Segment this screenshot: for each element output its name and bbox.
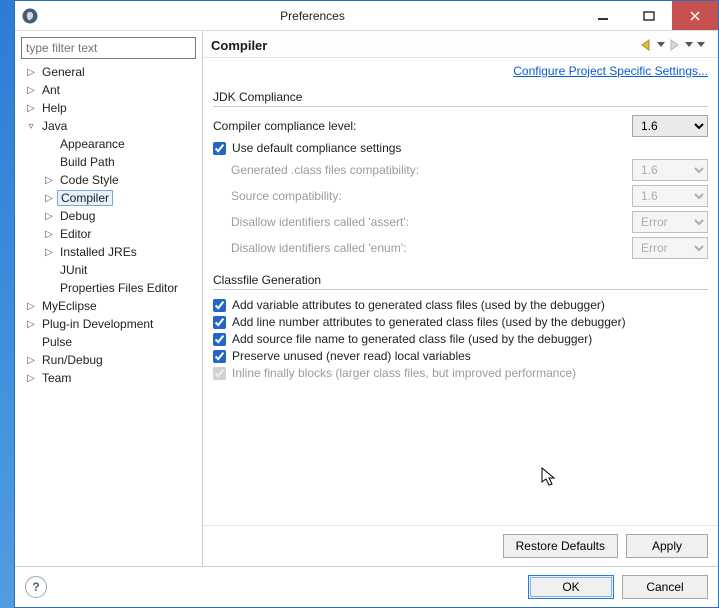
- tree-item-code-style[interactable]: ▷Code Style: [23, 171, 196, 189]
- window-buttons: [580, 1, 718, 30]
- jdk-row: Source compatibility:1.6: [213, 185, 708, 207]
- jdk-row: Disallow identifiers called 'assert':Err…: [213, 211, 708, 233]
- page-header: Compiler: [203, 31, 718, 58]
- tree-item-pulse[interactable]: Pulse: [23, 333, 196, 351]
- forward-icon[interactable]: [666, 37, 684, 53]
- tree-item-ant[interactable]: ▷Ant: [23, 81, 196, 99]
- page-button-row: Restore Defaults Apply: [203, 525, 718, 566]
- cancel-button[interactable]: Cancel: [622, 575, 708, 599]
- apply-button[interactable]: Apply: [626, 534, 708, 558]
- minimize-button[interactable]: [580, 1, 626, 30]
- preferences-window: Preferences ▷General▷Ant▷Help▿JavaAppear…: [14, 0, 719, 608]
- sidebar: ▷General▷Ant▷Help▿JavaAppearanceBuild Pa…: [15, 31, 203, 566]
- back-icon[interactable]: [638, 37, 656, 53]
- tree-item-help[interactable]: ▷Help: [23, 99, 196, 117]
- filter-input[interactable]: [21, 37, 196, 59]
- window-title: Preferences: [45, 9, 580, 23]
- view-menu-icon[interactable]: [694, 37, 708, 53]
- classfile-checkbox-1[interactable]: Add line number attributes to generated …: [213, 315, 708, 329]
- ok-button[interactable]: OK: [528, 575, 614, 599]
- classfile-checkbox-2[interactable]: Add source file name to generated class …: [213, 332, 708, 346]
- project-settings-link[interactable]: Configure Project Specific Settings...: [513, 64, 708, 78]
- jdk-select-1[interactable]: 1.6: [632, 185, 708, 207]
- tree-item-appearance[interactable]: Appearance: [23, 135, 196, 153]
- main-panel: Compiler Configure Project Specific Sett…: [203, 31, 718, 566]
- tree-item-general[interactable]: ▷General: [23, 63, 196, 81]
- tree-item-debug[interactable]: ▷Debug: [23, 207, 196, 225]
- tree-item-myeclipse[interactable]: ▷MyEclipse: [23, 297, 196, 315]
- tree-item-team[interactable]: ▷Team: [23, 369, 196, 387]
- classfile-heading: Classfile Generation: [213, 273, 708, 287]
- compliance-level-select[interactable]: 1.6: [632, 115, 708, 137]
- classfile-checkbox-4: Inline finally blocks (larger class file…: [213, 366, 708, 380]
- tree-item-java[interactable]: ▿Java: [23, 117, 196, 135]
- tree-item-plug-in-development[interactable]: ▷Plug-in Development: [23, 315, 196, 333]
- use-default-checkbox[interactable]: Use default compliance settings: [213, 141, 708, 155]
- jdk-select-0[interactable]: 1.6: [632, 159, 708, 181]
- tree-item-run-debug[interactable]: ▷Run/Debug: [23, 351, 196, 369]
- page-content: JDK Compliance Compiler compliance level…: [203, 82, 718, 525]
- titlebar: Preferences: [15, 1, 718, 31]
- tree-item-installed-jres[interactable]: ▷Installed JREs: [23, 243, 196, 261]
- close-button[interactable]: [672, 1, 718, 30]
- tree-item-properties-files-editor[interactable]: Properties Files Editor: [23, 279, 196, 297]
- classfile-checkbox-3[interactable]: Preserve unused (never read) local varia…: [213, 349, 708, 363]
- help-button[interactable]: ?: [25, 576, 47, 598]
- jdk-select-2[interactable]: Error: [632, 211, 708, 233]
- page-title: Compiler: [211, 38, 638, 53]
- jdk-row: Disallow identifiers called 'enum':Error: [213, 237, 708, 259]
- maximize-button[interactable]: [626, 1, 672, 30]
- forward-menu-icon[interactable]: [684, 37, 694, 53]
- classfile-checkbox-0[interactable]: Add variable attributes to generated cla…: [213, 298, 708, 312]
- preferences-tree[interactable]: ▷General▷Ant▷Help▿JavaAppearanceBuild Pa…: [21, 63, 196, 560]
- jdk-select-3[interactable]: Error: [632, 237, 708, 259]
- compliance-level-label: Compiler compliance level:: [213, 119, 632, 133]
- back-menu-icon[interactable]: [656, 37, 666, 53]
- jdk-heading: JDK Compliance: [213, 90, 708, 104]
- tree-item-build-path[interactable]: Build Path: [23, 153, 196, 171]
- restore-defaults-button[interactable]: Restore Defaults: [503, 534, 618, 558]
- tree-item-editor[interactable]: ▷Editor: [23, 225, 196, 243]
- tree-item-compiler[interactable]: ▷Compiler: [23, 189, 196, 207]
- tree-item-junit[interactable]: JUnit: [23, 261, 196, 279]
- app-icon: [15, 1, 45, 31]
- jdk-row: Generated .class files compatibility:1.6: [213, 159, 708, 181]
- dialog-footer: ? OK Cancel: [15, 566, 718, 607]
